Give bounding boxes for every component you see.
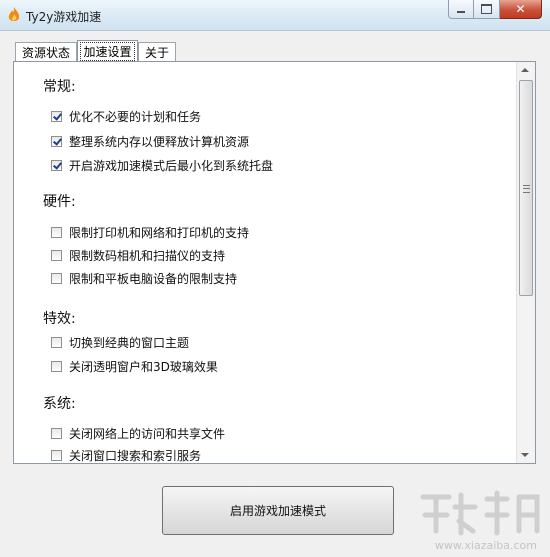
checkbox[interactable]	[51, 159, 62, 171]
option-classic-theme[interactable]: 切换到经典的窗口主题	[51, 334, 189, 350]
vertical-scrollbar[interactable]	[516, 62, 535, 463]
app-window: Ty2y游戏加速 ✕ 资源状态 加速设置 关于 常规: 优化不必要的计划和任务 …	[0, 0, 550, 557]
grip-icon	[523, 185, 530, 193]
watermark-text: www.xiazaiba.com	[434, 539, 537, 552]
start-acceleration-button[interactable]: 启用游戏加速模式	[162, 486, 394, 535]
option-disable-search-index[interactable]: 关闭窗口搜索和索引服务	[51, 447, 201, 463]
maximize-icon	[481, 4, 492, 14]
section-title-effects: 特效:	[43, 311, 76, 327]
tab-acceleration-settings[interactable]: 加速设置	[77, 40, 138, 62]
tab-label: 加速设置	[80, 42, 135, 61]
caption-buttons: ✕	[448, 0, 542, 20]
tab-about[interactable]: 关于	[138, 42, 176, 61]
option-label: 关闭网络上的访问和共享文件	[69, 426, 226, 441]
watermark-logo: www.xiazaiba.com	[415, 485, 545, 555]
close-button[interactable]: ✕	[500, 0, 542, 19]
option-label: 关闭窗口搜索和索引服务	[69, 448, 202, 463]
close-icon: ✕	[515, 2, 526, 16]
title-bar[interactable]: Ty2y游戏加速 ✕	[0, 0, 550, 31]
checkbox[interactable]	[51, 427, 62, 439]
section-title-general: 常规:	[43, 79, 76, 95]
option-optimize-tasks[interactable]: 优化不必要的计划和任务	[51, 108, 201, 124]
option-label: 切换到经典的窗口主题	[69, 335, 190, 350]
tab-label: 关于	[144, 45, 169, 60]
section-title-system: 系统:	[43, 396, 76, 412]
option-disable-aero[interactable]: 关闭透明窗户和3D玻璃效果	[51, 358, 218, 374]
checkbox[interactable]	[51, 249, 62, 261]
checkbox[interactable]	[51, 226, 62, 238]
option-limit-printer[interactable]: 限制打印机和网络和打印机的支持	[51, 224, 249, 240]
window-title: Ty2y游戏加速	[26, 10, 102, 24]
checkbox[interactable]	[51, 449, 62, 461]
watermark-icon	[420, 490, 540, 536]
option-limit-camera-scanner[interactable]: 限制数码相机和扫描仪的支持	[51, 247, 225, 263]
option-label: 开启游戏加速模式后最小化到系统托盘	[69, 158, 274, 173]
option-label: 整理系统内存以便释放计算机资源	[69, 134, 250, 149]
option-limit-tablet[interactable]: 限制和平板电脑设备的限制支持	[51, 270, 237, 286]
settings-panel: 常规: 优化不必要的计划和任务 整理系统内存以便释放计算机资源 开启游戏加速模式…	[13, 61, 536, 464]
tab-label: 资源状态	[21, 45, 70, 60]
option-label: 优化不必要的计划和任务	[69, 109, 202, 124]
minimize-button[interactable]	[448, 0, 474, 19]
flame-icon	[8, 7, 20, 21]
maximize-button[interactable]	[474, 0, 500, 19]
option-label: 关闭透明窗户和3D玻璃效果	[69, 359, 218, 374]
checkbox[interactable]	[51, 336, 62, 348]
option-label: 限制和平板电脑设备的限制支持	[69, 271, 238, 286]
option-free-memory[interactable]: 整理系统内存以便释放计算机资源	[51, 133, 249, 149]
scroll-down-icon[interactable]	[521, 453, 529, 457]
option-disable-file-sharing[interactable]: 关闭网络上的访问和共享文件	[51, 425, 225, 441]
scroll-up-icon[interactable]	[521, 68, 529, 72]
option-label: 限制打印机和网络和打印机的支持	[69, 225, 250, 240]
checkbox[interactable]	[51, 110, 62, 122]
tab-resource-status[interactable]: 资源状态	[15, 42, 77, 61]
checkbox[interactable]	[51, 135, 62, 147]
checkbox[interactable]	[51, 272, 62, 284]
section-title-hardware: 硬件:	[43, 194, 76, 210]
option-minimize-to-tray[interactable]: 开启游戏加速模式后最小化到系统托盘	[51, 157, 273, 173]
option-label: 限制数码相机和扫描仪的支持	[69, 248, 226, 263]
minimize-icon	[457, 11, 465, 13]
scrollbar-thumb[interactable]	[519, 80, 533, 296]
checkbox[interactable]	[51, 360, 62, 372]
settings-scroll-area[interactable]: 常规: 优化不必要的计划和任务 整理系统内存以便释放计算机资源 开启游戏加速模式…	[14, 62, 516, 463]
